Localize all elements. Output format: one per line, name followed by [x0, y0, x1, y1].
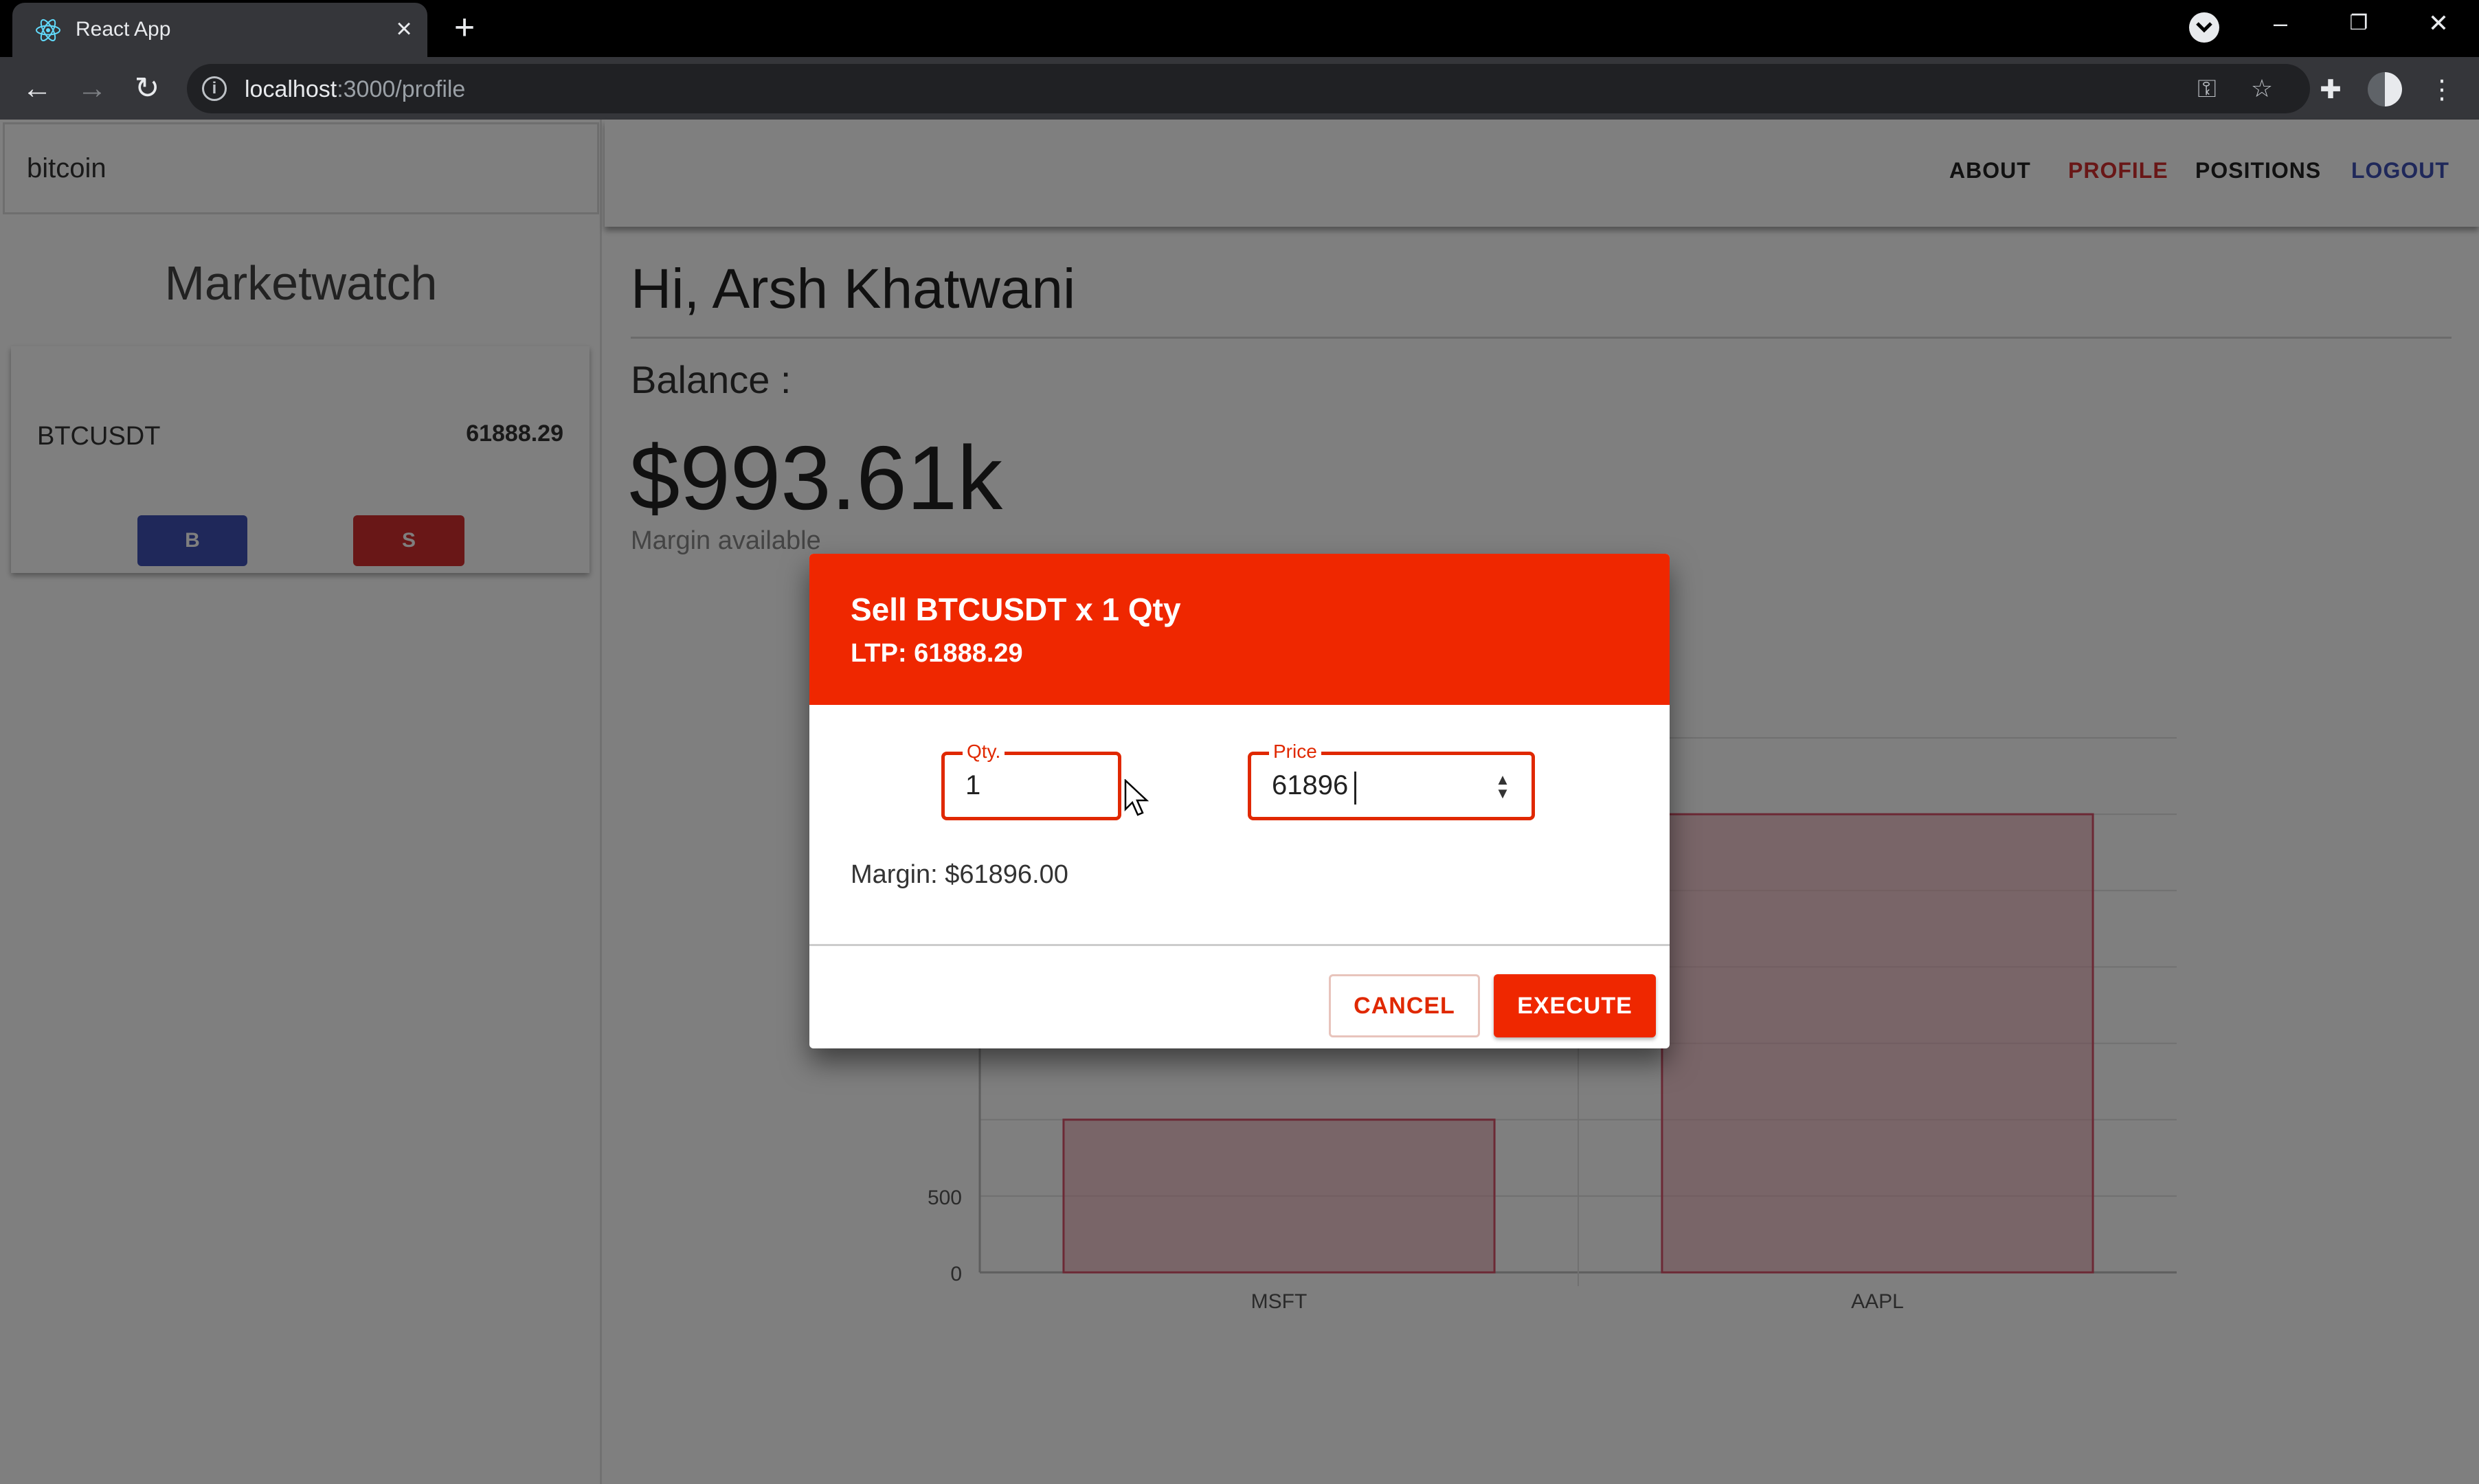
qty-input[interactable]: 1 — [965, 770, 980, 801]
bookmark-star-icon[interactable]: ☆ — [2247, 74, 2277, 104]
mouse-pointer-icon — [1124, 779, 1149, 816]
url-text[interactable]: localhost:3000/profile — [245, 76, 465, 103]
browser-tabstrip: React App × + – ❐ ✕ — [0, 0, 2479, 57]
browser-toolbar: ← → ↻ i localhost:3000/profile ⚿ ☆ ✚ ⋮ — [0, 57, 2479, 120]
react-logo-icon — [36, 19, 60, 42]
reload-icon[interactable]: ↻ — [128, 69, 166, 108]
window-close-icon[interactable]: ✕ — [2414, 5, 2463, 41]
back-icon[interactable]: ← — [18, 69, 56, 108]
forward-icon[interactable]: → — [73, 69, 111, 108]
qty-label: Qty. — [963, 740, 1005, 763]
number-spinner-icon[interactable]: ▲ ▼ — [1493, 772, 1512, 803]
profile-avatar[interactable] — [2368, 72, 2402, 106]
restore-icon[interactable]: ❐ — [2335, 5, 2383, 41]
tab-close-icon[interactable]: × — [389, 14, 419, 44]
extensions-icon[interactable]: ✚ — [2314, 74, 2347, 106]
tab-title: React App — [76, 18, 171, 41]
info-icon[interactable]: i — [202, 76, 227, 101]
sell-order-dialog: Sell BTCUSDT x 1 Qty LTP: 61888.29 Qty. … — [809, 554, 1670, 1048]
price-field[interactable]: Price 61896 ▲ ▼ — [1248, 740, 1535, 820]
text-caret — [1354, 772, 1356, 805]
qty-field[interactable]: Qty. 1 — [941, 740, 1121, 820]
menu-kebab-icon[interactable]: ⋮ — [2425, 74, 2458, 106]
price-input[interactable]: 61896 — [1272, 770, 1348, 801]
cancel-button[interactable]: CANCEL — [1329, 974, 1480, 1037]
key-icon[interactable]: ⚿ — [2192, 74, 2222, 104]
dialog-ltp: LTP: 61888.29 — [851, 639, 1023, 668]
minimize-icon[interactable]: – — [2256, 5, 2304, 41]
browser-tab[interactable]: React App × — [12, 3, 427, 57]
new-tab-icon[interactable]: + — [447, 10, 482, 45]
dialog-title: Sell BTCUSDT x 1 Qty — [851, 592, 1181, 627]
execute-button[interactable]: EXECUTE — [1494, 974, 1656, 1037]
address-bar[interactable]: i localhost:3000/profile ⚿ ☆ — [187, 64, 2310, 113]
tab-search-icon[interactable] — [2189, 12, 2219, 43]
dialog-header: Sell BTCUSDT x 1 Qty LTP: 61888.29 — [809, 554, 1670, 705]
dialog-margin: Margin: $61896.00 — [851, 860, 1068, 889]
dialog-divider — [809, 944, 1670, 946]
price-label: Price — [1269, 740, 1321, 763]
